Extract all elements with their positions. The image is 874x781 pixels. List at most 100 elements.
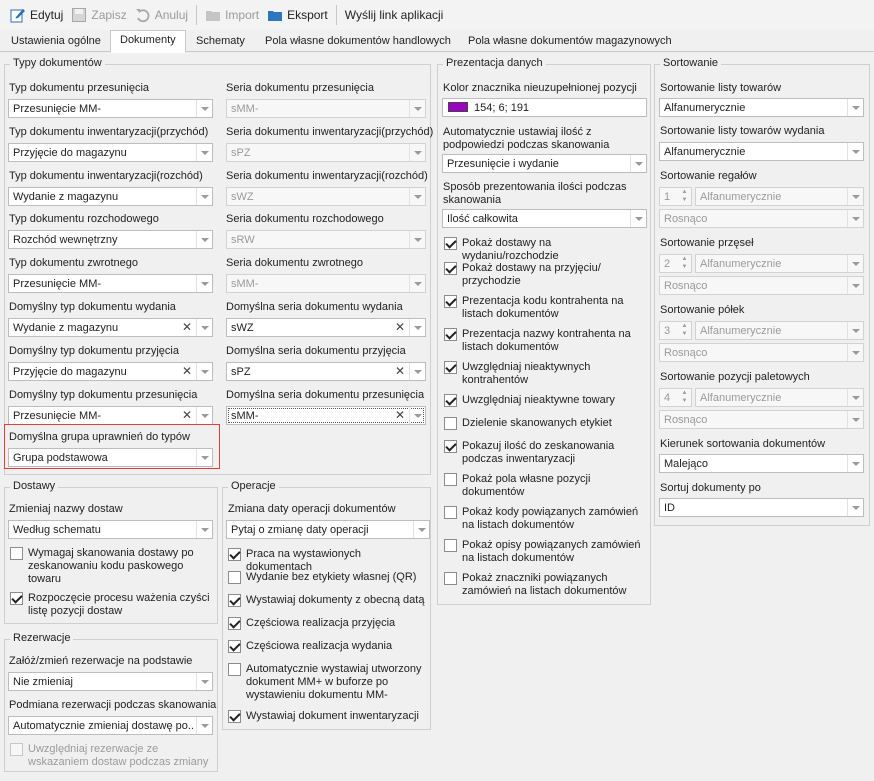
operation-checkbox[interactable]: Częściowa realizacja przyjęcia xyxy=(228,617,426,630)
doc-series-select[interactable]: sPZ xyxy=(226,143,426,162)
chevron-down-icon[interactable] xyxy=(409,363,425,380)
clear-icon[interactable]: ✕ xyxy=(179,319,195,336)
sort-direction-select[interactable]: Rosnąco xyxy=(659,343,864,362)
reservation-replace-select[interactable]: Automatycznie zmieniaj dostawę po... xyxy=(8,716,213,735)
send-link-button[interactable]: Wyślij link aplikacji xyxy=(341,3,448,27)
chevron-down-icon[interactable] xyxy=(847,499,863,516)
doc-series-select[interactable]: sMM- ✕ xyxy=(226,406,426,425)
doc-type-select[interactable]: Przyjęcie do magazynu ✕ xyxy=(8,362,213,381)
chevron-down-icon[interactable] xyxy=(847,455,863,472)
presentation-checkbox[interactable]: Uwzględniaj nieaktywnych kontrahentów xyxy=(444,361,648,387)
chevron-down-icon[interactable] xyxy=(196,319,212,336)
presentation-checkbox[interactable]: Pokaż dostawy na przyjęciu/ przychodzie xyxy=(444,262,648,288)
permission-group-select[interactable]: Grupa podstawowa xyxy=(8,448,213,467)
chevron-down-icon[interactable] xyxy=(847,277,863,294)
presentation-checkbox[interactable]: Uwzględniaj nieaktywne towary xyxy=(444,394,648,407)
sort-direction-select[interactable]: Rosnąco xyxy=(659,276,864,295)
tab-schemas[interactable]: Schematy xyxy=(187,32,254,52)
chevron-down-icon[interactable] xyxy=(847,143,863,160)
chevron-down-icon[interactable] xyxy=(409,231,425,248)
chevron-down-icon[interactable] xyxy=(413,521,429,538)
checkbox-box[interactable] xyxy=(228,640,241,653)
chevron-down-icon[interactable] xyxy=(196,449,212,466)
chevron-down-icon[interactable] xyxy=(630,210,646,227)
checkbox-box[interactable] xyxy=(228,594,241,607)
chevron-down-icon[interactable] xyxy=(847,210,863,227)
operation-checkbox[interactable]: Wydanie bez etykiety własnej (QR) xyxy=(228,571,426,584)
chevron-down-icon[interactable] xyxy=(409,275,425,292)
auto-qty-select[interactable]: Przesunięcie i wydanie xyxy=(442,154,647,173)
sort-mode-select[interactable]: Alfanumerycznie xyxy=(695,388,864,407)
doc-series-select[interactable]: sRW xyxy=(226,230,426,249)
save-button[interactable]: Zapisz xyxy=(67,3,130,27)
checkbox-box[interactable] xyxy=(10,592,23,605)
doc-type-select[interactable]: Rozchód wewnętrzny xyxy=(8,230,213,249)
chevron-down-icon[interactable]: ▼ xyxy=(678,330,691,339)
doc-series-select[interactable]: sWZ xyxy=(226,187,426,206)
checkbox-box[interactable] xyxy=(444,328,457,341)
chevron-down-icon[interactable] xyxy=(847,188,863,205)
chevron-down-icon[interactable] xyxy=(196,144,212,161)
chevron-down-icon[interactable] xyxy=(630,155,646,172)
checkbox-box[interactable] xyxy=(228,617,241,630)
chevron-down-icon[interactable] xyxy=(196,521,212,538)
checkbox-box[interactable] xyxy=(444,506,457,519)
clear-icon[interactable]: ✕ xyxy=(179,363,195,380)
chevron-down-icon[interactable] xyxy=(847,322,863,339)
operation-checkbox[interactable]: Wystawiaj dokument inwentaryzacji xyxy=(228,710,426,723)
checkbox-box[interactable] xyxy=(228,548,241,561)
chevron-down-icon[interactable] xyxy=(409,144,425,161)
checkbox-box[interactable] xyxy=(228,710,241,723)
include-reservations-checkbox[interactable]: Uwzględniaj rezerwacje ze wskazaniem dos… xyxy=(10,743,210,769)
tab-documents[interactable]: Dokumenty xyxy=(110,30,186,53)
presentation-checkbox[interactable]: Pokaż znaczniki powiązanych zamówień na … xyxy=(444,572,648,598)
doc-type-select[interactable]: Przyjęcie do magazynu xyxy=(8,143,213,162)
doc-series-select[interactable]: sMM- xyxy=(226,274,426,293)
sort-direction-select[interactable]: Rosnąco xyxy=(659,209,864,228)
reservation-create-select[interactable]: Nie zmieniaj xyxy=(8,672,213,691)
doc-sort-by-select[interactable]: ID xyxy=(659,498,864,517)
chevron-down-icon[interactable] xyxy=(847,344,863,361)
delivery-name-select[interactable]: Według schematu xyxy=(8,520,213,539)
cancel-button[interactable]: Anuluj xyxy=(131,3,192,27)
issue-sort-select[interactable]: Alfanumerycznie xyxy=(659,142,864,161)
presentation-checkbox[interactable]: Dzielenie skanowanych etykiet xyxy=(444,417,648,430)
clear-icon[interactable]: ✕ xyxy=(179,407,195,424)
sort-level-spinner[interactable]: 4 ▲ ▼ xyxy=(659,388,692,407)
tab-general-settings[interactable]: Ustawienia ogólne xyxy=(2,32,110,52)
clear-icon[interactable]: ✕ xyxy=(392,407,408,424)
chevron-down-icon[interactable] xyxy=(196,717,212,734)
operation-checkbox[interactable]: Częściowa realizacja wydania xyxy=(228,640,426,653)
presentation-checkbox[interactable]: Prezentacja kodu kontrahenta na listach … xyxy=(444,295,648,321)
weigh-clear-checkbox[interactable]: Rozpoczęcie procesu ważenia czyści listę… xyxy=(10,592,210,618)
checkbox-box[interactable] xyxy=(444,295,457,308)
checkbox-box[interactable] xyxy=(444,417,457,430)
chevron-up-icon[interactable]: ▲ xyxy=(678,389,691,397)
tab-warehouse-custom-fields[interactable]: Pola własne dokumentów magazynowych xyxy=(459,32,681,52)
presentation-checkbox[interactable]: Prezentacja nazwy kontrahenta na listach… xyxy=(444,328,648,354)
qty-mode-select[interactable]: Ilość całkowita xyxy=(442,209,647,228)
checkbox-box[interactable] xyxy=(444,394,457,407)
sort-level-spinner[interactable]: 3 ▲ ▼ xyxy=(659,321,692,340)
edit-button[interactable]: Edytuj xyxy=(6,3,67,27)
sort-mode-select[interactable]: Alfanumerycznie xyxy=(695,254,864,273)
chevron-down-icon[interactable] xyxy=(196,231,212,248)
presentation-checkbox[interactable]: Pokaż kody powiązanych zamówień na lista… xyxy=(444,506,648,532)
chevron-down-icon[interactable] xyxy=(847,255,863,272)
chevron-down-icon[interactable] xyxy=(409,319,425,336)
checkbox-box[interactable] xyxy=(444,539,457,552)
chevron-down-icon[interactable]: ▼ xyxy=(678,263,691,272)
sort-level-spinner[interactable]: 2 ▲ ▼ xyxy=(659,254,692,273)
checkbox-box[interactable] xyxy=(444,473,457,486)
export-button[interactable]: Eksport xyxy=(263,3,332,27)
chevron-up-icon[interactable]: ▲ xyxy=(678,255,691,263)
checkbox-box[interactable] xyxy=(10,743,23,756)
presentation-checkbox[interactable]: Pokazuj ilość do zeskanowania podczas in… xyxy=(444,440,648,466)
checkbox-box[interactable] xyxy=(444,361,457,374)
doc-series-select[interactable]: sPZ ✕ xyxy=(226,362,426,381)
chevron-down-icon[interactable] xyxy=(847,389,863,406)
checkbox-box[interactable] xyxy=(10,547,23,560)
checkbox-box[interactable] xyxy=(228,571,241,584)
checkbox-box[interactable] xyxy=(444,440,457,453)
clear-icon[interactable]: ✕ xyxy=(392,363,408,380)
